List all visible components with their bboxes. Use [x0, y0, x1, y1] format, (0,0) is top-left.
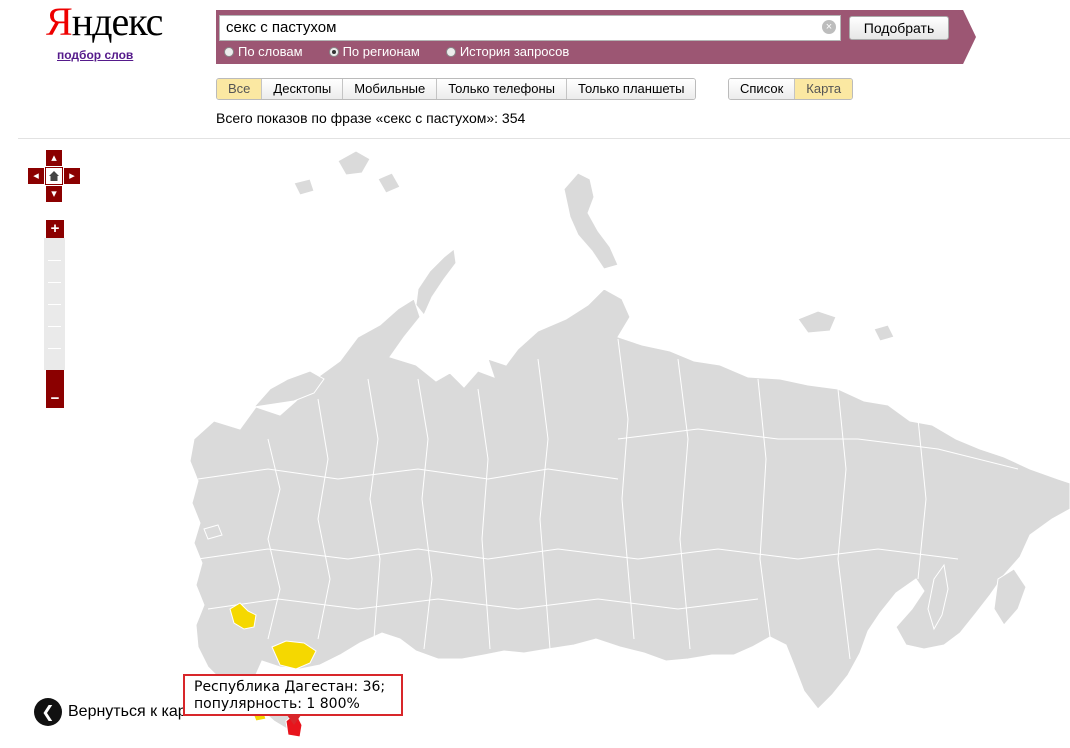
tooltip-tail [287, 715, 301, 725]
zoom-tick [48, 326, 61, 327]
tab-list[interactable]: Список [729, 79, 796, 99]
region-tooltip: Республика Дагестан: 36; популярность: 1… [183, 674, 403, 716]
zoom-tick [48, 282, 61, 283]
radio-dot [224, 46, 234, 57]
tooltip-popularity: популярность: 1 800% [194, 696, 360, 712]
map-islands [377, 172, 401, 194]
chevron-right-icon[interactable]: ▸ [64, 168, 80, 184]
zoom-tick [48, 348, 61, 349]
mode-by-words[interactable]: По словам [224, 44, 303, 59]
mode-label: По регионам [342, 44, 420, 59]
zoom-thumb[interactable] [46, 370, 64, 390]
map-novaya-zemlya [415, 248, 457, 316]
search-mode-group: По словам По регионам История запросов [224, 44, 569, 59]
plus-icon[interactable]: + [46, 220, 64, 238]
map-islands [337, 150, 371, 176]
map-islands [797, 310, 837, 334]
yandex-logo[interactable]: Яндекс [46, 0, 164, 44]
view-tabs: Список Карта [728, 78, 854, 100]
mode-by-regions[interactable]: По регионам [328, 44, 420, 59]
map-canvas [189, 150, 1070, 738]
back-to-map-link[interactable]: ❮ Вернуться к карте [34, 698, 202, 726]
search-input[interactable]: секс с пастухом [219, 15, 841, 41]
logo-text: ндекс [71, 0, 164, 44]
zoom-slider[interactable] [44, 238, 65, 370]
tab-desktops[interactable]: Десктопы [262, 79, 344, 99]
mode-history[interactable]: История запросов [445, 44, 570, 59]
tab-map[interactable]: Карта [795, 79, 853, 99]
device-tabs: Все Десктопы Мобильные Только телефоны Т… [216, 78, 697, 100]
region-map[interactable] [18, 138, 1070, 743]
zoom-tick [48, 304, 61, 305]
radio-dot-selected [328, 46, 339, 57]
map-landmass [189, 288, 1070, 734]
wordstat-link[interactable]: подбор слов [57, 48, 133, 62]
map-islands [293, 178, 315, 196]
mode-label: История запросов [459, 44, 570, 59]
tab-mobile[interactable]: Мобильные [343, 79, 438, 99]
chevron-up-icon[interactable]: ▴ [46, 150, 62, 166]
tooltip-region-count: Республика Дагестан: 36; [194, 679, 386, 695]
map-severnaya-zemlya [563, 172, 619, 270]
tab-phones-only[interactable]: Только телефоны [437, 79, 568, 99]
map-islands [873, 324, 895, 342]
chevron-left-icon[interactable]: ◂ [28, 168, 44, 184]
tab-all[interactable]: Все [217, 79, 263, 99]
chevron-down-icon[interactable]: ▾ [46, 186, 62, 202]
home-glyph [49, 171, 59, 181]
arrow-left-icon: ❮ [34, 698, 62, 726]
radio-dot [445, 46, 456, 57]
total-impressions: Всего показов по фразе «секс с пастухом»… [216, 110, 526, 126]
clear-icon[interactable]: × [822, 20, 836, 34]
tab-tablets-only[interactable]: Только планшеты [567, 79, 696, 99]
mode-label: По словам [238, 44, 303, 59]
submit-button[interactable]: Подобрать [849, 16, 949, 40]
zoom-tick [48, 260, 61, 261]
minus-icon[interactable]: − [46, 390, 64, 408]
logo-letter: Я [46, 0, 73, 44]
home-icon[interactable] [45, 167, 63, 185]
